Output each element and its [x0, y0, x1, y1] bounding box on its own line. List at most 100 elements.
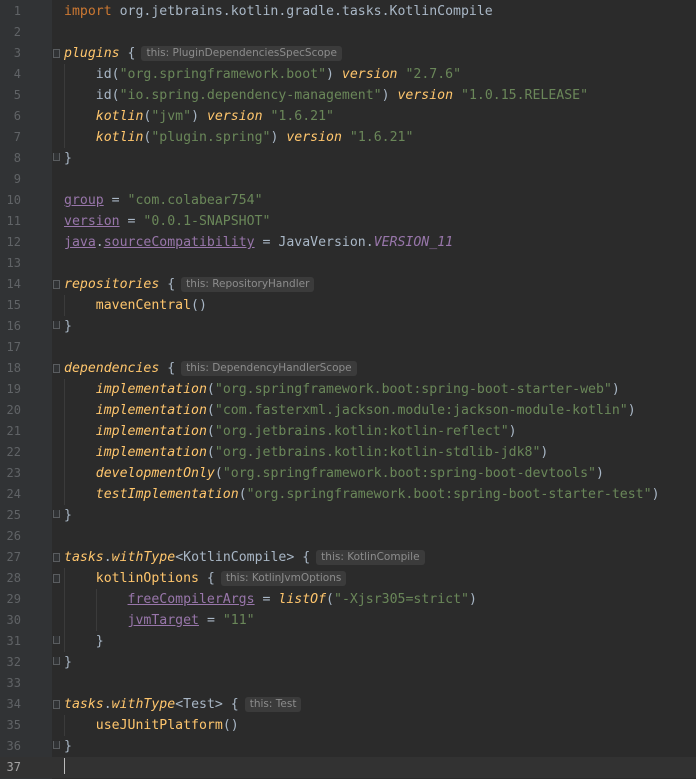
- code-text[interactable]: }: [64, 736, 72, 757]
- code-text[interactable]: tasks.withType<KotlinCompile> {this: Kot…: [64, 547, 425, 568]
- code-line[interactable]: 7 kotlin("plugin.spring") version "1.6.2…: [0, 127, 696, 148]
- code-text[interactable]: testImplementation("org.springframework.…: [64, 484, 660, 505]
- code-text[interactable]: implementation("org.jetbrains.kotlin:kot…: [64, 421, 517, 442]
- code-text[interactable]: mavenCentral(): [64, 295, 207, 316]
- code-line[interactable]: 17: [0, 337, 696, 358]
- code-line[interactable]: 11 version = "0.0.1-SNAPSHOT": [0, 211, 696, 232]
- code-line[interactable]: 19 implementation("org.springframework.b…: [0, 379, 696, 400]
- code-text[interactable]: plugins {this: PluginDependenciesSpecSco…: [64, 43, 342, 64]
- code-token: ): [651, 487, 660, 502]
- code-text[interactable]: version = "0.0.1-SNAPSHOT": [64, 211, 270, 232]
- code-token: {: [159, 277, 176, 292]
- fold-marker-icon[interactable]: [53, 553, 60, 562]
- fold-marker-icon[interactable]: [53, 364, 60, 373]
- code-text[interactable]: implementation("org.jetbrains.kotlin:kot…: [64, 442, 549, 463]
- code-text[interactable]: kotlinOptions {this: KotlinJvmOptions: [64, 568, 347, 589]
- fold-marker-icon[interactable]: [53, 280, 60, 289]
- code-text[interactable]: id("io.spring.dependency-management") ve…: [64, 85, 588, 106]
- code-text[interactable]: }: [64, 652, 72, 673]
- code-text[interactable]: [64, 757, 65, 778]
- code-line[interactable]: 35 useJUnitPlatform(): [0, 715, 696, 736]
- code-line[interactable]: 2: [0, 22, 696, 43]
- fold-marker-icon[interactable]: [53, 700, 60, 709]
- code-line[interactable]: 3 plugins {this: PluginDependenciesSpecSc…: [0, 43, 696, 64]
- fold-marker-icon[interactable]: [53, 636, 60, 644]
- code-line[interactable]: 8}: [0, 148, 696, 169]
- code-text[interactable]: java.sourceCompatibility = JavaVersion.V…: [64, 232, 453, 253]
- code-line[interactable]: 18 dependencies {this: DependencyHandlerS…: [0, 358, 696, 379]
- code-line[interactable]: 33: [0, 673, 696, 694]
- code-line[interactable]: 27 tasks.withType<KotlinCompile> {this: K…: [0, 547, 696, 568]
- code-line[interactable]: 23 developmentOnly("org.springframework.…: [0, 463, 696, 484]
- code-token: (: [206, 382, 215, 397]
- code-editor[interactable]: 1 import org.jetbrains.kotlin.gradle.task…: [0, 0, 696, 779]
- code-text[interactable]: tasks.withType<Test> {this: Test: [64, 694, 302, 715]
- code-line[interactable]: 25}: [0, 505, 696, 526]
- code-text[interactable]: }: [64, 631, 104, 652]
- code-text[interactable]: group = "com.colabear754": [64, 190, 263, 211]
- code-line[interactable]: 20 implementation("com.fasterxml.jackson…: [0, 400, 696, 421]
- code-line[interactable]: 37: [0, 757, 696, 778]
- code-line[interactable]: 24 testImplementation("org.springframewo…: [0, 484, 696, 505]
- code-line[interactable]: 10 group = "com.colabear754": [0, 190, 696, 211]
- code-text[interactable]: implementation("com.fasterxml.jackson.mo…: [64, 400, 636, 421]
- code-line[interactable]: 5 id("io.spring.dependency-management") …: [0, 85, 696, 106]
- code-text[interactable]: dependencies {this: DependencyHandlerSco…: [64, 358, 357, 379]
- code-line[interactable]: 30 jvmTarget = "11": [0, 610, 696, 631]
- code-line[interactable]: 21 implementation("org.jetbrains.kotlin:…: [0, 421, 696, 442]
- code-line[interactable]: 26: [0, 526, 696, 547]
- code-text[interactable]: jvmTarget = "11": [64, 610, 255, 631]
- code-text[interactable]: repositories {this: RepositoryHandler: [64, 274, 315, 295]
- code-token: id(: [64, 88, 120, 103]
- code-token: mavenCentral: [95, 298, 192, 313]
- line-number: 12: [6, 235, 21, 249]
- code-token: ): [326, 67, 342, 82]
- fold-marker-icon[interactable]: [53, 741, 60, 749]
- code-line[interactable]: 32}: [0, 652, 696, 673]
- code-line[interactable]: 34 tasks.withType<Test> {this: Test: [0, 694, 696, 715]
- fold-marker-icon[interactable]: [53, 49, 60, 58]
- code-token: kotlin: [95, 130, 144, 145]
- code-token: {: [198, 571, 215, 586]
- fold-marker-icon[interactable]: [53, 510, 60, 518]
- code-line[interactable]: 22 implementation("org.jetbrains.kotlin:…: [0, 442, 696, 463]
- line-number: 17: [6, 340, 21, 354]
- code-line[interactable]: 31 }: [0, 631, 696, 652]
- code-token: "org.jetbrains.kotlin:kotlin-reflect": [214, 424, 509, 439]
- code-line[interactable]: 1 import org.jetbrains.kotlin.gradle.task…: [0, 1, 696, 22]
- code-line[interactable]: 4 id("org.springframework.boot") version…: [0, 64, 696, 85]
- code-line[interactable]: 15 mavenCentral(): [0, 295, 696, 316]
- code-text[interactable]: }: [64, 505, 72, 526]
- code-line[interactable]: 13: [0, 253, 696, 274]
- code-token: =: [199, 613, 223, 628]
- code-line[interactable]: 12 java.sourceCompatibility = JavaVersion…: [0, 232, 696, 253]
- code-line[interactable]: 14 repositories {this: RepositoryHandler: [0, 274, 696, 295]
- code-text[interactable]: developmentOnly("org.springframework.boo…: [64, 463, 604, 484]
- code-text[interactable]: }: [64, 148, 72, 169]
- code-line[interactable]: 6 kotlin("jvm") version "1.6.21": [0, 106, 696, 127]
- code-text[interactable]: useJUnitPlatform(): [64, 715, 239, 736]
- fold-marker-icon[interactable]: [53, 153, 60, 161]
- code-text[interactable]: kotlin("plugin.spring") version "1.6.21": [64, 127, 414, 148]
- code-text[interactable]: implementation("org.springframework.boot…: [64, 379, 620, 400]
- code-text[interactable]: kotlin("jvm") version "1.6.21": [64, 106, 334, 127]
- fold-marker-icon[interactable]: [53, 321, 60, 329]
- code-token: ): [627, 403, 636, 418]
- code-text[interactable]: import org.jetbrains.kotlin.gradle.tasks…: [64, 1, 493, 22]
- fold-marker-icon[interactable]: [53, 574, 60, 583]
- code-line[interactable]: 36}: [0, 736, 696, 757]
- code-line[interactable]: 29 freeCompilerArgs = listOf("-Xjsr305=s…: [0, 589, 696, 610]
- code-token: plugins: [64, 46, 120, 61]
- code-line[interactable]: 16}: [0, 316, 696, 337]
- code-line[interactable]: 28 kotlinOptions {this: KotlinJvmOptions: [0, 568, 696, 589]
- code-text[interactable]: }: [64, 316, 72, 337]
- code-token: "1.6.21": [349, 130, 414, 145]
- line-number: 25: [6, 508, 21, 522]
- fold-marker-icon[interactable]: [53, 657, 60, 665]
- code-text[interactable]: id("org.springframework.boot") version "…: [64, 64, 461, 85]
- inlay-type-hint: this: PluginDependenciesSpecScope: [141, 46, 342, 61]
- code-line[interactable]: 9: [0, 169, 696, 190]
- line-number: 31: [6, 634, 21, 648]
- code-text[interactable]: freeCompilerArgs = listOf("-Xjsr305=stri…: [64, 589, 477, 610]
